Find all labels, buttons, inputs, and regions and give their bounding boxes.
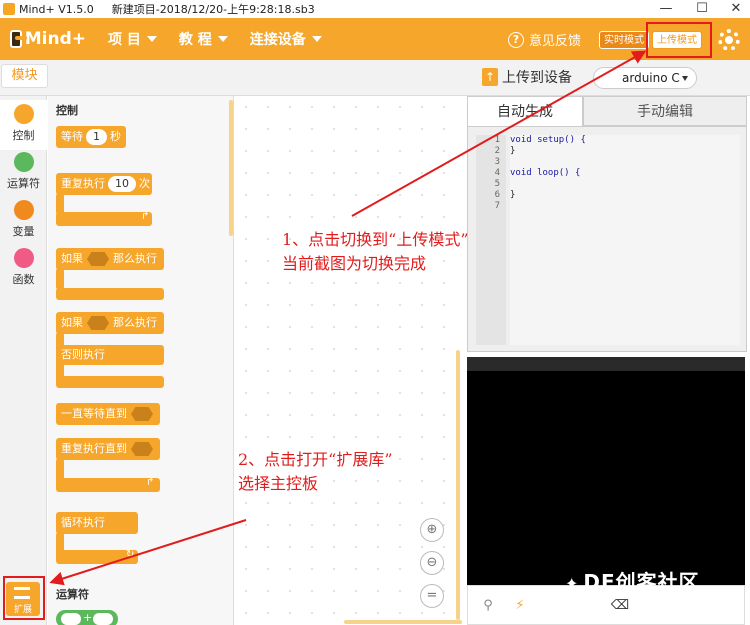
block-wait[interactable]: 等待 1 秒 [56, 126, 126, 148]
usb-icon[interactable]: ⚲ [476, 594, 500, 618]
chevron-down-icon [682, 76, 688, 81]
code-line: } [510, 146, 516, 156]
block-repeat[interactable]: 重复执行 10 次 [56, 173, 152, 195]
window-titlebar: Mind+ V1.5.0 新建项目-2018/12/20-上午9:28:18.s… [0, 0, 750, 18]
sub-toolbar: 模块 ↑ 上传到设备 arduino C [0, 60, 750, 96]
loop-arrow-icon: ↱ [141, 211, 150, 222]
help-icon: ? [508, 31, 524, 48]
control-dot-icon [13, 104, 34, 124]
workspace-scrollbar-vertical[interactable] [456, 350, 460, 620]
functions-dot-icon [13, 248, 34, 268]
section-title-control: 控制 [56, 104, 78, 117]
category-sidebar: 控制 运算符 变量 函数 [0, 96, 47, 625]
block-if-else[interactable]: 如果 那么执行 [56, 312, 164, 334]
robot-logo-icon [10, 30, 27, 48]
code-tabs: 自动生成 手动编辑 [467, 96, 747, 126]
feedback-button[interactable]: ? 意见反馈 [508, 30, 581, 49]
zoom-reset-icon[interactable]: = [420, 584, 444, 608]
line-number: 1 [494, 135, 500, 145]
block-repeat-until[interactable]: 重复执行直到 [56, 438, 160, 460]
condition-slot [131, 442, 153, 456]
highlight-box-extension [3, 576, 45, 620]
category-variables[interactable]: 变量 [0, 196, 47, 246]
menu-connect-device[interactable]: 连接设备 [250, 29, 322, 49]
line-number: 6 [494, 190, 500, 200]
code-line: void loop() { [510, 168, 581, 178]
df-community-watermark: ✦ DF创客社区 [565, 570, 700, 594]
upload-to-device-button[interactable]: ↑ 上传到设备 [482, 67, 572, 87]
loop-arrow-icon: ↻ [126, 549, 135, 560]
block-if-then[interactable]: 如果 那么执行 [56, 248, 164, 270]
menu-project[interactable]: 项 目 [108, 29, 157, 49]
workspace-scrollbar-horizontal[interactable] [344, 620, 462, 624]
line-number: 2 [494, 146, 500, 156]
block-forever[interactable]: 循环执行 [56, 512, 138, 534]
annotation-step1: 1、点击切换到“上传模式” 当前截图为切换完成 [282, 230, 469, 273]
code-text: void setup() { } void loop() { } [510, 135, 740, 345]
settings-gear-icon[interactable] [718, 29, 740, 51]
clear-output-icon[interactable]: ⌫ [608, 594, 632, 618]
line-number: 3 [494, 157, 500, 167]
code-line: void setup() { [510, 135, 586, 145]
block-if-arm [56, 268, 64, 290]
code-line: } [510, 190, 516, 200]
close-button[interactable]: ✕ [716, 0, 750, 18]
block-repeat-foot [56, 212, 152, 226]
file-title: 新建项目-2018/12/20-上午9:28:18.sb3 [111, 3, 315, 16]
serial-monitor-bar [467, 357, 745, 371]
category-control[interactable]: 控制 [0, 100, 47, 150]
zoom-in-icon[interactable]: ⊕ [420, 518, 444, 542]
tab-auto-generate[interactable]: 自动生成 [467, 96, 583, 126]
category-operators[interactable]: 运算符 [0, 148, 47, 198]
section-title-operators: 运算符 [56, 588, 89, 601]
block-if-else-foot [56, 376, 164, 388]
category-functions[interactable]: 函数 [0, 244, 47, 294]
live-mode-button[interactable]: 实时模式 [599, 31, 649, 49]
condition-slot [87, 316, 109, 330]
app-title: Mind+ V1.5.0 [19, 2, 94, 16]
operand-slot-a [61, 613, 81, 625]
condition-slot [131, 407, 153, 421]
line-number: 7 [494, 201, 500, 211]
menu-tutorial[interactable]: 教 程 [179, 29, 228, 49]
plus-sign: + [83, 611, 93, 624]
chevron-down-icon [311, 36, 322, 42]
highlight-box-upload-mode [646, 22, 712, 58]
block-repeat-until-foot [56, 478, 160, 492]
condition-slot [87, 252, 109, 266]
zoom-out-icon[interactable]: ⊖ [420, 551, 444, 575]
block-wait-until[interactable]: 一直等待直到 [56, 403, 160, 425]
chevron-down-icon [146, 36, 157, 42]
upload-arrow-icon: ↑ [482, 68, 498, 86]
block-else-label: 否则执行 [56, 345, 164, 365]
script-workspace[interactable] [235, 96, 463, 625]
chevron-down-icon [217, 36, 228, 42]
block-operator-add[interactable]: + [56, 610, 118, 625]
minimize-button[interactable]: — [646, 0, 686, 18]
code-editor[interactable]: 1 2 3 4 5 6 7 void setup() { } void loop… [467, 126, 747, 352]
line-number: 4 [494, 168, 500, 178]
annotation-step2: 2、点击打开“扩展库” 选择主控板 [238, 450, 393, 493]
mindplus-logo: Mind+ [10, 26, 86, 52]
serial-monitor[interactable] [467, 357, 745, 585]
app-icon [3, 3, 15, 15]
operators-dot-icon [13, 152, 34, 172]
palette-scrollbar[interactable] [229, 100, 233, 236]
tab-manual-edit[interactable]: 手动编辑 [583, 96, 747, 126]
line-number: 5 [494, 179, 500, 189]
loop-arrow-icon: ↱ [146, 477, 155, 488]
board-select[interactable]: arduino C [593, 67, 697, 89]
disconnect-icon[interactable]: ⚡ [508, 594, 532, 618]
tab-modules[interactable]: 模块 [1, 64, 48, 88]
block-if-foot [56, 288, 164, 300]
variables-dot-icon [13, 200, 34, 220]
line-number-gutter: 1 2 3 4 5 6 7 [476, 135, 506, 345]
operand-slot-b [93, 613, 113, 625]
